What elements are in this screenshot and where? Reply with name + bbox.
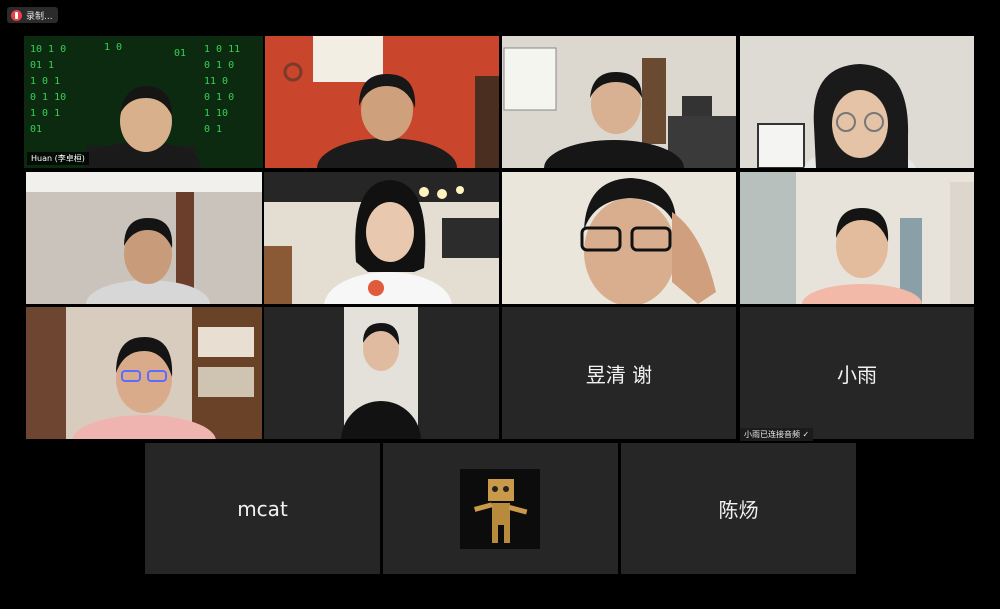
svg-text:0 1 0: 0 1 0 [204, 60, 234, 71]
svg-text:10 1 0: 10 1 0 [30, 44, 66, 55]
avatar-tile[interactable] [383, 443, 618, 574]
participant-video: 10 1 001 11 0 1 0 1 101 0 101 1 0 110 1 … [24, 36, 263, 168]
participant-video [502, 172, 736, 304]
name-tile-昱清谢[interactable]: 昱清 谢 [502, 307, 736, 439]
participant-display-name: 陈炀 [718, 498, 759, 522]
svg-text:01 1: 01 1 [30, 60, 54, 71]
video-tile-2[interactable] [265, 36, 499, 168]
video-tile-6[interactable] [264, 172, 499, 304]
participant-name-tag: Huan (李卓桓) [27, 152, 89, 165]
name-tile-mcat[interactable]: mcat [145, 443, 380, 574]
participant-video [264, 307, 499, 439]
participant-video [740, 36, 974, 168]
svg-text:01: 01 [174, 48, 186, 59]
svg-text:1 0 1: 1 0 1 [30, 76, 60, 87]
participant-display-name: mcat [237, 496, 288, 521]
svg-text:1 0 11: 1 0 11 [204, 44, 240, 55]
name-tile-小雨[interactable]: 小雨 小雨已连接音频 ✓ [740, 307, 974, 441]
audio-connected-notice: 小雨已连接音频 ✓ [740, 428, 814, 441]
svg-text:1 10: 1 10 [204, 108, 228, 119]
participant-video [740, 172, 974, 304]
participant-video [265, 36, 499, 168]
cloud-recording-indicator[interactable]: 录制... [7, 7, 58, 23]
video-tile-5[interactable] [26, 172, 262, 304]
svg-text:0 1: 0 1 [204, 124, 222, 135]
participant-video [26, 172, 262, 304]
svg-text:01: 01 [30, 124, 42, 135]
video-tile-3[interactable] [502, 36, 736, 168]
video-tile-huan[interactable]: 10 1 0 01 11 0 1 0 1 10 1 0 1 01 1 0 11 0 1 … [24, 36, 263, 168]
video-tile-4[interactable] [740, 36, 974, 168]
participant-video [26, 307, 262, 439]
participant-video [502, 36, 736, 168]
recording-label: 录制... [26, 11, 53, 22]
svg-text:11 0: 11 0 [204, 76, 228, 87]
svg-text:1 0: 1 0 [104, 42, 122, 53]
participant-display-name: 小雨 [837, 362, 877, 387]
profile-avatar-image [460, 469, 540, 549]
cloud-record-icon [11, 9, 22, 21]
participant-display-name: 昱清 谢 [585, 362, 653, 387]
video-tile-9[interactable] [26, 307, 262, 439]
svg-text:0 1 0: 0 1 0 [204, 92, 234, 103]
svg-text:0 1 10: 0 1 10 [30, 92, 66, 103]
name-tile-陈炀[interactable]: 陈炀 [621, 443, 856, 574]
svg-text:1 0 1: 1 0 1 [30, 108, 60, 119]
video-tile-8[interactable] [740, 172, 974, 304]
video-tile-10[interactable] [264, 307, 499, 439]
participant-video [264, 172, 499, 304]
video-tile-7[interactable] [502, 172, 736, 304]
